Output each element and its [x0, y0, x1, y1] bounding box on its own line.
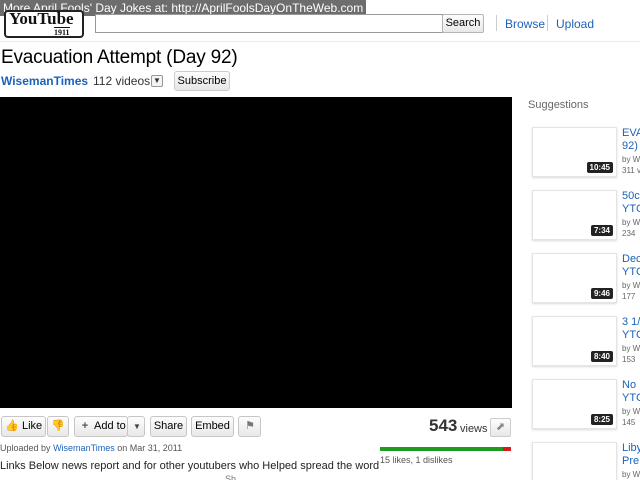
- upload-date: on Mar 31, 2011: [117, 443, 183, 453]
- site-logo[interactable]: YouTube 1911: [4, 10, 84, 38]
- chevron-down-icon: ▼: [133, 422, 141, 431]
- add-to-dropdown[interactable]: ▼: [127, 416, 145, 437]
- suggestion-title[interactable]: EVA 92): [622, 127, 640, 153]
- suggestion-author: by W: [622, 218, 640, 227]
- flag-icon: ⚑: [245, 420, 255, 432]
- suggestion-views: 311 v: [622, 166, 640, 175]
- chevron-down-icon[interactable]: ▼: [151, 75, 163, 87]
- video-count: 112 videos: [93, 74, 151, 88]
- view-count: 543: [429, 416, 458, 435]
- suggestion-title[interactable]: Dec YTC: [622, 253, 640, 279]
- flag-button[interactable]: ⚑: [238, 416, 261, 437]
- uploader-link[interactable]: WisemanTimes: [53, 443, 115, 453]
- suggestion-thumbnail[interactable]: [532, 442, 617, 480]
- suggestion-thumbnail[interactable]: 8:25: [532, 379, 617, 429]
- show-more-text[interactable]: Sh: [225, 474, 236, 480]
- suggestion-thumbnail[interactable]: 8:40: [532, 316, 617, 366]
- video-description: Links Below news report and for other yo…: [0, 460, 380, 472]
- subscribe-button[interactable]: Subscribe: [174, 71, 230, 91]
- suggestion-title[interactable]: Liby Pre: [622, 442, 640, 468]
- suggestion-author: by W: [622, 344, 640, 353]
- likes-ratio-bar: [380, 447, 511, 451]
- suggestion-author: by W: [622, 470, 640, 479]
- embed-button[interactable]: Embed: [191, 416, 234, 437]
- upload-info: Uploaded by WisemanTimes on Mar 31, 2011: [0, 443, 182, 453]
- duration-badge: 8:40: [590, 351, 613, 362]
- add-to-button[interactable]: + Add to: [74, 416, 128, 437]
- nav-upload-link[interactable]: Upload: [556, 17, 594, 31]
- suggestion-author: by W: [622, 281, 640, 290]
- thumbs-down-icon: 👎: [51, 420, 65, 432]
- duration-badge: 10:45: [586, 162, 613, 173]
- suggestion-title[interactable]: No YTC: [622, 379, 640, 405]
- share-button[interactable]: Share: [150, 416, 187, 437]
- plus-icon: +: [81, 420, 89, 432]
- add-to-label: Add to: [94, 420, 126, 432]
- video-title: Evacuation Attempt (Day 92): [1, 47, 238, 68]
- thumbs-up-icon: 👍: [5, 420, 19, 432]
- stats-chart-icon: ⬈: [495, 421, 506, 433]
- suggestions-heading: Suggestions: [528, 99, 589, 111]
- search-input[interactable]: [95, 14, 443, 33]
- suggestion-views: 177: [622, 292, 636, 301]
- logo-text: YouTube: [9, 10, 74, 28]
- nav-divider: [547, 15, 548, 31]
- dislike-portion: [502, 447, 511, 451]
- suggestion-thumbnail[interactable]: 7:34: [532, 190, 617, 240]
- suggestion-views: 145: [622, 418, 636, 427]
- suggestion-views: 234: [622, 229, 636, 238]
- suggestion-thumbnail[interactable]: 10:45: [532, 127, 617, 177]
- search-button[interactable]: Search: [442, 14, 484, 33]
- like-button[interactable]: 👍 Like: [1, 416, 46, 437]
- header-divider: [0, 41, 640, 42]
- dislike-button[interactable]: 👎: [47, 416, 69, 437]
- views-label: views: [460, 423, 488, 435]
- logo-year: 1911: [54, 27, 70, 37]
- channel-link[interactable]: WisemanTimes: [1, 74, 88, 88]
- ratings-text: 15 likes, 1 dislikes: [380, 455, 453, 465]
- suggestion-author: by W: [622, 407, 640, 416]
- duration-badge: 9:46: [590, 288, 613, 299]
- suggestion-author: by W: [622, 155, 640, 164]
- duration-badge: 7:34: [590, 225, 613, 236]
- video-player[interactable]: [0, 97, 512, 408]
- like-label: Like: [22, 420, 43, 432]
- nav-divider: [496, 15, 497, 31]
- duration-badge: 8:25: [590, 414, 613, 425]
- suggestion-title[interactable]: 50c YTC: [622, 190, 640, 216]
- nav-browse-link[interactable]: Browse: [505, 17, 545, 31]
- suggestion-views: 153: [622, 355, 636, 364]
- uploaded-prefix: Uploaded by: [0, 443, 51, 453]
- stats-button[interactable]: ⬈: [490, 418, 511, 437]
- suggestion-title[interactable]: 3 1/ YTC: [622, 316, 640, 342]
- suggestion-thumbnail[interactable]: 9:46: [532, 253, 617, 303]
